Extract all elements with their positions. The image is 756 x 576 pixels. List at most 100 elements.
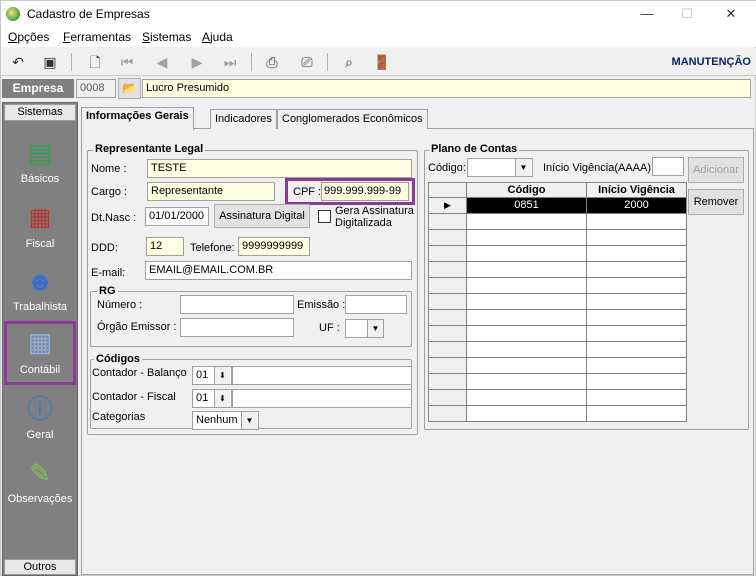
grid-empty-cell[interactable] [587,246,687,262]
grid-cell-inicio[interactable]: 2000 [587,198,687,214]
grid-empty-cell[interactable] [587,342,687,358]
nome-field[interactable]: TESTE [147,159,412,178]
row-indicator[interactable] [429,374,467,390]
row-indicator[interactable] [429,358,467,374]
row-indicator[interactable] [429,390,467,406]
chevron-down-icon[interactable]: ▼ [241,412,257,429]
dtnasc-field[interactable]: 01/01/2000 [145,207,209,226]
row-indicator[interactable] [429,294,467,310]
folder-open-icon[interactable]: 📂 [118,78,141,99]
close-button[interactable]: ✕ [713,1,749,27]
balanco-name-field[interactable] [232,366,412,385]
prev-record-icon[interactable]: ◀ [151,51,173,73]
exit-door-icon[interactable]: 🚪 [371,51,393,73]
grid-empty-cell[interactable] [587,310,687,326]
email-field[interactable]: EMAIL@EMAIL.COM.BR [145,261,412,280]
chevron-down-icon[interactable]: ▼ [515,159,531,176]
grid-cell-codigo[interactable]: 0851 [467,198,587,214]
tab-conglomerados[interactable]: Conglomerados Econômicos [277,109,428,129]
sidebar-item-contabil[interactable]: ▦ Contábil [4,321,76,385]
row-indicator[interactable] [429,342,467,358]
print-setup-icon[interactable]: ⎚ [296,51,318,73]
grid-empty-cell[interactable] [467,246,587,262]
inicio-field[interactable] [652,157,684,176]
grid-empty-cell[interactable] [587,374,687,390]
grid-empty-cell[interactable] [587,262,687,278]
first-record-icon[interactable]: ⏮ [116,51,138,73]
row-indicator[interactable] [429,326,467,342]
grid-empty-cell[interactable] [467,278,587,294]
grid-empty-cell[interactable] [587,406,687,422]
grid-empty-cell[interactable] [587,294,687,310]
grid-empty-cell[interactable] [587,390,687,406]
grid-empty-cell[interactable] [467,342,587,358]
row-indicator[interactable] [429,310,467,326]
grid-empty-cell[interactable] [467,294,587,310]
last-record-icon[interactable]: ⏭ [219,51,241,73]
row-indicator[interactable] [429,246,467,262]
telefone-field[interactable]: 9999999999 [238,237,310,256]
row-indicator[interactable] [429,406,467,422]
tab-indicadores[interactable]: Indicadores [210,109,277,129]
undo-icon[interactable]: ↶ [7,51,29,73]
uf-select[interactable]: ▼ [345,319,384,338]
menu-sistemas[interactable]: Sistemas [142,30,191,44]
download-arrow-icon[interactable]: ⬇ [214,390,230,407]
gera-assinatura-checkbox[interactable] [318,210,331,223]
row-indicator[interactable] [429,278,467,294]
grid-empty-cell[interactable] [467,326,587,342]
save-icon[interactable]: ▣ [39,51,61,73]
next-record-icon[interactable]: ▶ [186,51,208,73]
grid-empty-cell[interactable] [467,310,587,326]
row-indicator[interactable] [429,230,467,246]
sidebar-item-geral[interactable]: ⓘ Geral [3,391,77,453]
sidebar-item-fiscal[interactable]: ▦ Fiscal [3,200,77,262]
orgao-field[interactable] [180,318,294,337]
grid-empty-cell[interactable] [467,214,587,230]
fiscal-code-field[interactable]: 01 ⬇ [192,389,232,408]
grid-column-header[interactable]: Início Vigência [587,183,687,198]
grid-empty-cell[interactable] [587,230,687,246]
grid-empty-cell[interactable] [467,390,587,406]
fiscal-name-field[interactable] [232,389,412,408]
ddd-field[interactable]: 12 [146,237,184,256]
emissao-field[interactable] [345,295,407,314]
categorias-select[interactable]: Nenhum ▼ [192,411,259,430]
lookup-icon[interactable]: ⌕ [338,51,360,73]
preview-icon[interactable]: 🗋 [84,51,106,73]
menu-ajuda[interactable]: Ajuda [202,30,233,44]
grid-empty-cell[interactable] [467,374,587,390]
sidebar-item-trabalhista[interactable]: ☻ Trabalhista [3,263,77,325]
menu-ferramentas[interactable]: Ferramentas [63,30,131,44]
row-indicator[interactable] [429,262,467,278]
grid-empty-cell[interactable] [587,358,687,374]
cargo-field[interactable]: Representante [147,182,275,201]
grid-empty-cell[interactable] [467,262,587,278]
grid-empty-cell[interactable] [467,406,587,422]
grid-empty-cell[interactable] [467,230,587,246]
tab-informacoes-gerais[interactable]: Informações Gerais [81,107,194,130]
menu-opcoes[interactable]: Opções [8,30,49,44]
assinatura-digital-button[interactable]: Assinatura Digital [214,204,310,228]
minimize-button[interactable]: — [629,1,665,27]
remover-button[interactable]: Remover [688,189,744,215]
grid-empty-cell[interactable] [587,278,687,294]
sidebar-footer[interactable]: Outros [4,559,76,575]
chevron-down-icon[interactable]: ▼ [367,320,383,337]
grid-empty-cell[interactable] [587,214,687,230]
row-indicator-icon[interactable]: ▶ [429,198,467,214]
balanco-code-field[interactable]: 01 ⬇ [192,366,232,385]
cpf-field[interactable]: 999.999.999-99 [321,182,409,201]
sidebar-header[interactable]: Sistemas [4,104,76,121]
printer-icon[interactable]: ⎙ [261,51,283,73]
sidebar-item-basicos[interactable]: ▤ Básicos [3,135,77,197]
sidebar-item-observacoes[interactable]: ✎ Observações [3,455,77,517]
grid-empty-cell[interactable] [467,358,587,374]
numero-field[interactable] [180,295,294,314]
grid-empty-cell[interactable] [587,326,687,342]
codigo-select[interactable]: ▼ [467,158,533,177]
maximize-button[interactable]: ☐ [669,1,705,27]
grid-column-header[interactable]: Código [467,183,587,198]
download-arrow-icon[interactable]: ⬇ [214,367,230,384]
adicionar-button[interactable]: Adicionar [688,157,744,183]
